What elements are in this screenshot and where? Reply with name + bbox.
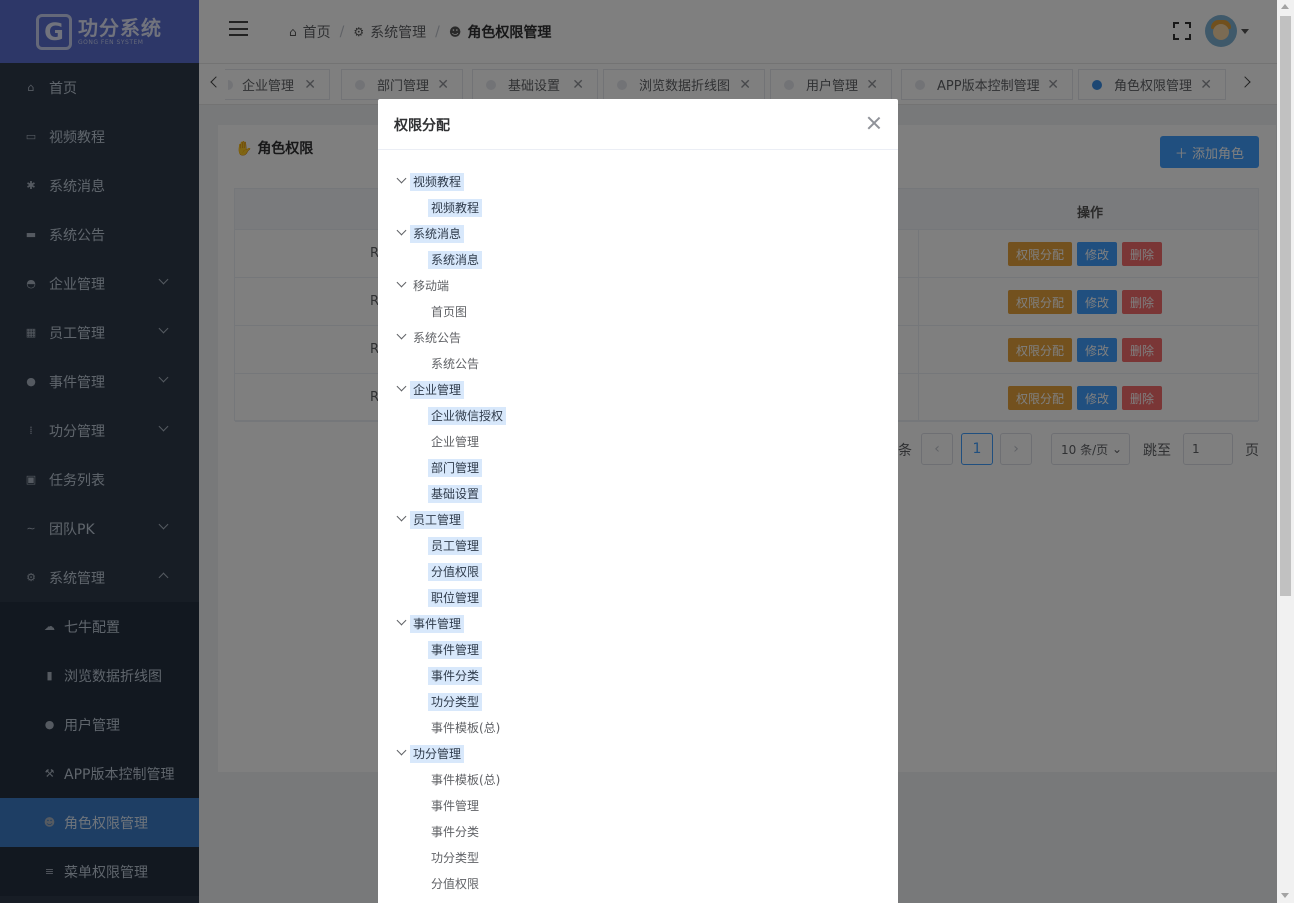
tree-node-child[interactable]: 分值权限 xyxy=(378,871,898,897)
page-scrollbar[interactable] xyxy=(1277,0,1294,903)
tree-node-child[interactable]: 事件分类 xyxy=(378,819,898,845)
expand-caret-icon[interactable] xyxy=(396,511,407,522)
tree-node-label[interactable]: 企业管理 xyxy=(410,381,465,399)
tree-node-child[interactable]: 员工管理 xyxy=(378,533,898,559)
tree-node-label[interactable]: 事件管理 xyxy=(410,615,465,633)
tree-node-child[interactable]: 首页图 xyxy=(378,299,898,325)
permission-tree: 视频教程 视频教程 系统消息 系统消息 移动端 首页图 系统公告 系统公告 企业管理 企业微信授权… xyxy=(378,169,898,897)
tree-node-parent[interactable]: 员工管理 xyxy=(378,507,898,533)
tree-node-parent[interactable]: 事件管理 xyxy=(378,611,898,637)
scrollbar-thumb[interactable] xyxy=(1280,16,1291,596)
tree-node-child[interactable]: 职位管理 xyxy=(378,585,898,611)
tree-node-label[interactable]: 系统消息 xyxy=(410,225,465,243)
tree-node-child[interactable]: 事件管理 xyxy=(378,793,898,819)
expand-caret-icon[interactable] xyxy=(396,225,407,236)
tree-node-child[interactable]: 部门管理 xyxy=(378,455,898,481)
tree-node-label[interactable]: 首页图 xyxy=(428,303,470,321)
tree-node-child[interactable]: 企业管理 xyxy=(378,429,898,455)
tree-node-child[interactable]: 系统公告 xyxy=(378,351,898,377)
scroll-up-icon[interactable] xyxy=(1281,4,1289,9)
expand-caret-icon[interactable] xyxy=(396,173,407,184)
tree-node-child[interactable]: 分值权限 xyxy=(378,559,898,585)
tree-node-label[interactable]: 功分管理 xyxy=(410,745,465,763)
tree-node-label[interactable]: 功分类型 xyxy=(428,693,483,711)
close-icon[interactable] xyxy=(866,115,882,131)
tree-node-label[interactable]: 事件分类 xyxy=(428,823,482,841)
tree-node-label[interactable]: 员工管理 xyxy=(410,511,465,529)
scroll-down-icon[interactable] xyxy=(1281,893,1289,898)
tree-node-label[interactable]: 系统公告 xyxy=(410,329,464,347)
expand-caret-icon[interactable] xyxy=(396,745,407,756)
tree-node-child[interactable]: 基础设置 xyxy=(378,481,898,507)
tree-node-parent[interactable]: 功分管理 xyxy=(378,741,898,767)
tree-node-label[interactable]: 基础设置 xyxy=(428,485,483,503)
tree-node-child[interactable]: 功分类型 xyxy=(378,689,898,715)
tree-node-label[interactable]: 视频教程 xyxy=(428,199,483,217)
expand-caret-icon[interactable] xyxy=(396,277,407,288)
tree-node-label[interactable]: 功分类型 xyxy=(428,849,482,867)
tree-node-child[interactable]: 功分类型 xyxy=(378,845,898,871)
tree-node-label[interactable]: 移动端 xyxy=(410,277,452,295)
tree-node-label[interactable]: 视频教程 xyxy=(410,173,465,191)
tree-node-parent[interactable]: 系统消息 xyxy=(378,221,898,247)
tree-node-label[interactable]: 系统消息 xyxy=(428,251,483,269)
tree-node-child[interactable]: 系统消息 xyxy=(378,247,898,273)
tree-node-parent[interactable]: 视频教程 xyxy=(378,169,898,195)
tree-node-child[interactable]: 视频教程 xyxy=(378,195,898,221)
tree-node-child[interactable]: 企业微信授权 xyxy=(378,403,898,429)
tree-node-label[interactable]: 事件管理 xyxy=(428,797,482,815)
tree-node-label[interactable]: 员工管理 xyxy=(428,537,483,555)
tree-node-label[interactable]: 企业微信授权 xyxy=(428,407,507,425)
permission-dialog: 权限分配 视频教程 视频教程 系统消息 系统消息 移动端 首页图 系统公告 系统公告 企业管理企… xyxy=(378,99,898,903)
tree-node-label[interactable]: 事件模板(总) xyxy=(428,771,503,789)
tree-node-label[interactable]: 职位管理 xyxy=(428,589,483,607)
dialog-header: 权限分配 xyxy=(378,99,898,150)
dialog-title: 权限分配 xyxy=(394,118,450,134)
tree-node-label[interactable]: 事件模板(总) xyxy=(428,719,503,737)
expand-caret-icon[interactable] xyxy=(396,329,407,340)
tree-node-child[interactable]: 事件分类 xyxy=(378,663,898,689)
tree-node-label[interactable]: 系统公告 xyxy=(428,355,482,373)
tree-node-child[interactable]: 事件模板(总) xyxy=(378,715,898,741)
tree-node-label[interactable]: 企业管理 xyxy=(428,433,482,451)
tree-node-parent[interactable]: 移动端 xyxy=(378,273,898,299)
tree-node-label[interactable]: 部门管理 xyxy=(428,459,483,477)
tree-node-label[interactable]: 事件分类 xyxy=(428,667,483,685)
tree-node-label[interactable]: 事件管理 xyxy=(428,641,483,659)
tree-node-label[interactable]: 分值权限 xyxy=(428,563,483,581)
tree-node-parent[interactable]: 系统公告 xyxy=(378,325,898,351)
tree-node-child[interactable]: 事件模板(总) xyxy=(378,767,898,793)
tree-node-label[interactable]: 分值权限 xyxy=(428,875,482,893)
expand-caret-icon[interactable] xyxy=(396,381,407,392)
tree-node-parent[interactable]: 企业管理 xyxy=(378,377,898,403)
expand-caret-icon[interactable] xyxy=(396,615,407,626)
tree-node-child[interactable]: 事件管理 xyxy=(378,637,898,663)
